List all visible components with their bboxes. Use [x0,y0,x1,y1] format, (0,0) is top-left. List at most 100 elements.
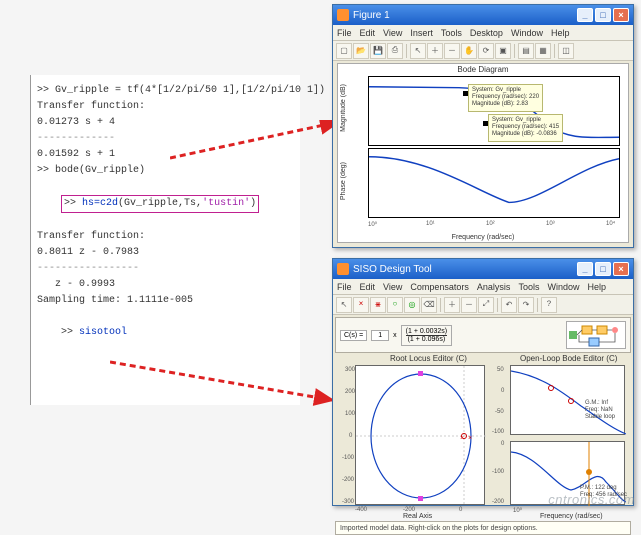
window-title: SISO Design Tool [353,264,577,275]
code-line: z - 0.9993 [37,277,294,293]
xtick: 10³ [546,221,555,227]
maximize-button[interactable]: □ [595,8,611,22]
bode-plot-area[interactable]: Bode Diagram Magnitude (dB) System: Gv_r… [337,63,629,243]
new-figure-button[interactable]: ▢ [336,43,352,59]
menu-help[interactable]: Help [551,28,570,38]
menu-edit[interactable]: Edit [360,28,376,38]
matlab-command-window: >> Gv_ripple = tf(4*[1/2/pi/50 1],[1/2/p… [30,75,300,405]
xtick: 10² [486,221,495,227]
print-button[interactable]: ⎙ [387,43,403,59]
compensator-select[interactable]: C(s) = [340,330,367,341]
gain-margin-annotation: G.M.: InfFreq: NaNStable loop [585,400,615,421]
zoom-xy-button[interactable]: ⤢ [478,297,494,313]
arrow-tool-button[interactable]: ↖ [410,43,426,59]
datatip-1[interactable]: System: Gv_ripple Frequency (rad/sec): 2… [468,84,543,112]
code-line: 0.8011 z - 0.7983 [37,245,294,261]
menu-file[interactable]: File [337,282,352,292]
close-button[interactable]: × [613,8,629,22]
status-bar: Imported model data. Right-click on the … [335,521,631,535]
code-line: Transfer function: [37,229,294,245]
menu-compensators[interactable]: Compensators [410,282,469,292]
add-zero-button[interactable]: ○ [387,297,403,313]
titlebar[interactable]: SISO Design Tool _ □ × [333,259,633,279]
window-title: Figure 1 [353,10,577,21]
bode-title: Open-Loop Bode Editor (C) [520,354,617,363]
bode-xlabel: Frequency (rad/sec) [540,513,603,520]
axes-props-button[interactable]: ◫ [558,43,574,59]
root-locus-curve: × × [356,366,486,506]
redo-button[interactable]: ↷ [518,297,534,313]
code-line: >> Gv_ripple = tf(4*[1/2/pi/50 1],[1/2/p… [37,83,294,99]
titlebar[interactable]: Figure 1 _ □ × [333,5,633,25]
pan-button[interactable]: ✋ [461,43,477,59]
minimize-button[interactable]: _ [577,8,593,22]
ylabel-magnitude: Magnitude (dB) [340,84,347,132]
rlocus-title: Root Locus Editor (C) [390,354,467,363]
xtick: 10⁰ [368,221,377,228]
figure-toolbar[interactable]: ▢ 📂 💾 ⎙ ↖ ＋ － ✋ ⟳ ▣ ▤ ▦ ◫ [333,41,633,61]
menu-edit[interactable]: Edit [360,282,376,292]
xtick: 10⁴ [606,221,615,227]
menu-window[interactable]: Window [547,282,579,292]
add-complex-pole-button[interactable]: ⋇ [370,297,386,313]
plot-title: Bode Diagram [457,65,508,74]
root-locus-plot[interactable]: × × [355,365,485,505]
code-line: Sampling time: 1.1111e-005 [37,293,294,309]
figure-window[interactable]: Figure 1 _ □ × File Edit View Insert Too… [332,4,634,248]
siso-toolbar[interactable]: ↖ × ⋇ ○ ◎ ⌫ ＋ － ⤢ ↶ ↷ ? [333,295,633,315]
datatip-button[interactable]: ▣ [495,43,511,59]
svg-text:×: × [460,435,464,443]
ylabel-phase: Phase (deg) [340,162,347,200]
erase-button[interactable]: ⌫ [421,297,437,313]
save-button[interactable]: 💾 [370,43,386,59]
code-line: Transfer function: [37,99,294,115]
phase-curve [369,149,619,217]
help-button[interactable]: ? [541,297,557,313]
undo-button[interactable]: ↶ [501,297,517,313]
close-button[interactable]: × [613,262,629,276]
maximize-button[interactable]: □ [595,262,611,276]
legend-button[interactable]: ▦ [535,43,551,59]
xtick: 10¹ [426,221,435,227]
open-button[interactable]: 📂 [353,43,369,59]
xlabel: Frequency (rad/sec) [452,234,515,241]
add-pole-button[interactable]: × [353,297,369,313]
rlocus-xlabel: Real Axis [403,513,432,520]
compensator-expression[interactable]: (1 + 0.0032s) (1 + 0.096s) [401,325,452,346]
code-line: >> bode(Gv_ripple) [37,163,294,179]
code-line: >> sisotool [37,309,294,357]
menu-tools[interactable]: Tools [518,282,539,292]
phase-axes[interactable] [368,148,620,218]
menu-view[interactable]: View [383,282,402,292]
menu-view[interactable]: View [383,28,402,38]
architecture-diagram[interactable] [566,321,626,349]
code-line: >> hs=c2d(Gv_ripple,Ts,'tustin') [37,179,294,229]
menubar[interactable]: File Edit View Compensators Analysis Too… [333,279,633,295]
menu-file[interactable]: File [337,28,352,38]
status-text: Imported model data. Right-click on the … [340,525,538,532]
menu-analysis[interactable]: Analysis [477,282,511,292]
add-complex-zero-button[interactable]: ◎ [404,297,420,313]
zoom-in-button[interactable]: ＋ [444,297,460,313]
zoom-out-button[interactable]: － [444,43,460,59]
zoom-out-button[interactable]: － [461,297,477,313]
code-line: 0.01273 s + 4 [37,115,294,131]
datatip-2[interactable]: System: Gv_ripple Frequency (rad/sec): 4… [488,114,563,142]
siso-design-tool-window[interactable]: SISO Design Tool _ □ × File Edit View Co… [332,258,634,506]
code-line: 0.01592 s + 1 [37,147,294,163]
menu-desktop[interactable]: Desktop [470,28,503,38]
menu-tools[interactable]: Tools [441,28,462,38]
current-compensator-panel: C(s) = 1 x (1 + 0.0032s) (1 + 0.096s) [335,317,631,353]
gain-field[interactable]: 1 [371,330,389,341]
menu-help[interactable]: Help [587,282,606,292]
menubar[interactable]: File Edit View Insert Tools Desktop Wind… [333,25,633,41]
watermark: cntronics.com [548,492,635,507]
menu-insert[interactable]: Insert [410,28,433,38]
arrow-tool-button[interactable]: ↖ [336,297,352,313]
rotate-button[interactable]: ⟳ [478,43,494,59]
minimize-button[interactable]: _ [577,262,593,276]
menu-window[interactable]: Window [511,28,543,38]
zoom-in-button[interactable]: ＋ [427,43,443,59]
colorbar-button[interactable]: ▤ [518,43,534,59]
siso-icon [337,263,349,275]
